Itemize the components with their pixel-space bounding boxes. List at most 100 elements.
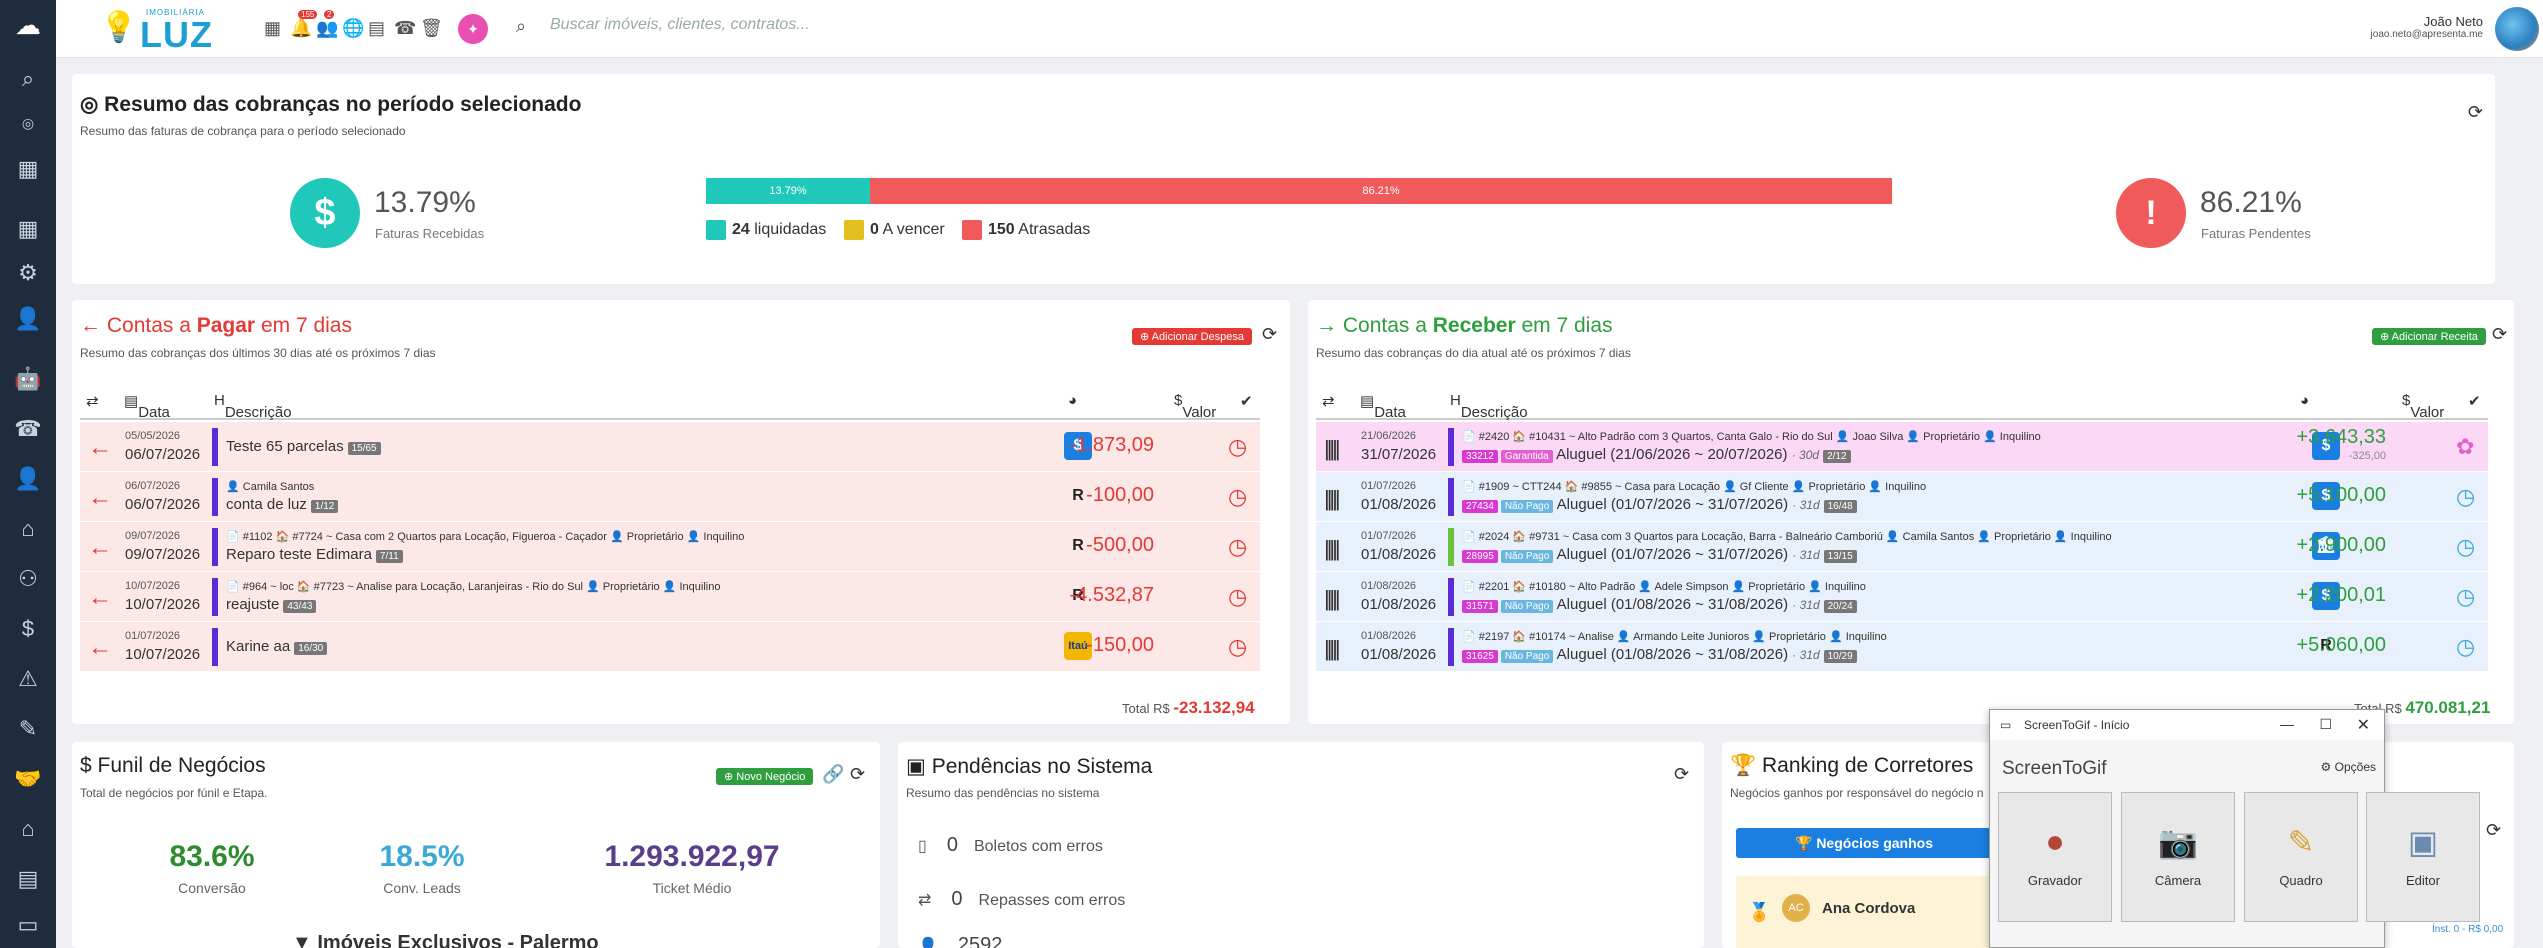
row-desc-text: Teste 65 parcelas bbox=[226, 438, 344, 455]
check-icon[interactable]: ✔ bbox=[1240, 392, 1253, 410]
clock-icon[interactable]: ◷ bbox=[2456, 634, 2475, 660]
warning-icon[interactable]: ⚠ bbox=[0, 664, 56, 694]
grid-icon[interactable]: ▦ bbox=[264, 18, 281, 39]
add-expense-button[interactable]: ⊕ Adicionar Despesa bbox=[1132, 328, 1253, 345]
grid-icon[interactable]: ▦ bbox=[0, 214, 56, 244]
avatar[interactable] bbox=[2495, 7, 2539, 51]
document-icon[interactable]: ✎ bbox=[0, 714, 56, 744]
won-deals-tab[interactable]: 🏆 Negócios ganhos bbox=[1736, 828, 1992, 858]
search-icon[interactable]: ⌕ bbox=[0, 64, 56, 94]
row-desc-text: Aluguel (21/06/2026 ~ 20/07/2026) bbox=[1556, 446, 1788, 463]
ranking-entry[interactable]: 🏅 AC Ana Cordova bbox=[1736, 876, 1996, 948]
payable-row[interactable]: ← 09/07/2026 09/07/2026 📄 #1102 🏠 #7724 … bbox=[80, 522, 1260, 572]
payable-row[interactable]: ← 06/07/2026 06/07/2026 👤 Camila Santos … bbox=[80, 472, 1260, 522]
installment-tag: 1/12 bbox=[310, 500, 339, 513]
people-icon[interactable]: ⚇ bbox=[0, 564, 56, 594]
calendar-icon[interactable]: ▤ bbox=[368, 18, 385, 39]
due-date: 01/08/2026 bbox=[1361, 546, 1437, 563]
sort-icon[interactable]: ⇄ bbox=[86, 392, 99, 410]
robot-icon[interactable]: 🤖 bbox=[0, 364, 56, 394]
check-icon[interactable]: ✔ bbox=[2468, 392, 2481, 410]
receivable-row[interactable]: ||||| 01/07/2026 01/08/2026 📄 #2024 🏠 #9… bbox=[1316, 522, 2488, 572]
bell-icon[interactable]: 🔔 155 bbox=[290, 10, 318, 39]
funnel-name[interactable]: ▼ Imóveis Exclusivos - Palermo bbox=[292, 932, 599, 948]
recorder-button[interactable]: ● Gravador bbox=[1998, 792, 2112, 922]
options-button[interactable]: ⚙ Opções bbox=[2321, 760, 2376, 774]
invoice-code: 31625 bbox=[1462, 650, 1498, 663]
col-date[interactable]: ▤ Data bbox=[1360, 392, 1406, 421]
clock-icon[interactable]: ◷ bbox=[2456, 534, 2475, 560]
row-description: 33212 Garantida Aluguel (21/06/2026 ~ 20/… bbox=[1462, 446, 1851, 463]
refresh-icon[interactable]: ⟳ bbox=[1262, 324, 1277, 345]
maximize-button[interactable]: ☐ bbox=[2319, 716, 2332, 733]
workflow-icon[interactable]: ⚙ bbox=[0, 258, 56, 288]
payable-row[interactable]: ← 01/07/2026 10/07/2026 Karine aa 16/30 It… bbox=[80, 622, 1260, 672]
dashboard-icon[interactable]: ▦ bbox=[0, 154, 56, 184]
pendency-other[interactable]: 👤 2592 bbox=[918, 934, 1018, 948]
received-label: Faturas Recebidas bbox=[375, 226, 485, 241]
folder-icon[interactable]: ▭ bbox=[0, 910, 56, 940]
pendency-repasses[interactable]: ⇄ 0 Repasses com erros bbox=[918, 888, 1125, 911]
add-income-button[interactable]: ⊕ Adicionar Receita bbox=[2372, 328, 2486, 345]
topbar: 💡 IMOBILIÁRIA LUZ ▦ 🔔 155 👥 2 🌐 ▤ ☎ 🗑 ✦ ⌕ … bbox=[56, 0, 2543, 58]
receivable-row[interactable]: ||||| 01/08/2026 01/08/2026 📄 #2201 🏠 #1… bbox=[1316, 572, 2488, 622]
person-icon[interactable]: 👤 bbox=[0, 464, 56, 494]
clock-icon[interactable]: ◷ bbox=[2456, 484, 2475, 510]
phone-icon[interactable]: ☎ bbox=[394, 18, 416, 39]
receivable-row[interactable]: ||||| 21/06/2026 31/07/2026 📄 #2420 🏠 #1… bbox=[1316, 422, 2488, 472]
payable-row[interactable]: ← 05/05/2026 06/07/2026 Teste 65 parcela… bbox=[80, 422, 1260, 472]
clock-icon[interactable]: ◷ bbox=[1228, 634, 1247, 660]
sort-icon[interactable]: ⇄ bbox=[1322, 392, 1335, 410]
refresh-icon[interactable]: ⟳ bbox=[2492, 324, 2507, 345]
money-icon[interactable]: $ bbox=[0, 614, 56, 644]
cloud-logo-icon[interactable]: ☁ bbox=[0, 10, 56, 40]
row-description: conta de luz 1/12 bbox=[226, 496, 339, 513]
ai-assistant-icon[interactable]: ✦ bbox=[458, 14, 488, 44]
users-icon[interactable]: 👥 2 bbox=[316, 10, 338, 39]
pendency-boletos[interactable]: ▯ 0 Boletos com erros bbox=[918, 834, 1103, 857]
house-gear-icon[interactable]: ⌂ bbox=[0, 814, 56, 844]
installment-tag: 10/29 bbox=[1823, 650, 1857, 663]
board-button[interactable]: ✎ Quadro bbox=[2244, 792, 2358, 922]
clock-icon[interactable]: ◷ bbox=[1228, 484, 1247, 510]
close-button[interactable]: ✕ bbox=[2357, 715, 2370, 735]
globe-icon[interactable]: 🌐 bbox=[342, 18, 364, 39]
global-search-input[interactable]: Buscar imóveis, clientes, contratos... bbox=[550, 16, 1150, 42]
phone-icon[interactable]: ☎ bbox=[0, 414, 56, 444]
editor-button[interactable]: ▣ Editor bbox=[2366, 792, 2480, 922]
trash-icon[interactable]: 🗑 bbox=[420, 18, 443, 39]
home-icon[interactable]: ⌂ bbox=[0, 514, 56, 544]
clock-icon[interactable]: ◷ bbox=[1228, 534, 1247, 560]
search-small-icon[interactable]: ◎ bbox=[0, 108, 56, 138]
refresh-icon[interactable]: ⟳ bbox=[1674, 764, 1689, 785]
receivable-row[interactable]: ||||| 01/07/2026 01/08/2026 📄 #1909 ~ CT… bbox=[1316, 472, 2488, 522]
col-date[interactable]: ▤ Data bbox=[124, 392, 170, 421]
refresh-icon[interactable]: ⟳ bbox=[850, 764, 865, 785]
row-desc-text: Karine aa bbox=[226, 638, 291, 655]
days-count: · 31d bbox=[1792, 498, 1820, 512]
refresh-icon[interactable]: ⟳ bbox=[2486, 820, 2501, 841]
avatar: AC bbox=[1782, 894, 1810, 922]
col-value[interactable]: $ Valor bbox=[2402, 392, 2444, 421]
link-icon[interactable]: 🔗 bbox=[822, 764, 844, 785]
payable-row[interactable]: ← 10/07/2026 10/07/2026 📄 #964 ~ loc 🏠 #… bbox=[80, 572, 1260, 622]
calendar-icon[interactable]: ▤ bbox=[0, 864, 56, 894]
user-icon[interactable]: 👤 bbox=[0, 304, 56, 334]
ribbon-icon[interactable]: ✿ bbox=[2456, 434, 2474, 460]
clock-icon[interactable]: ◷ bbox=[2456, 584, 2475, 610]
clock-icon[interactable]: ◷ bbox=[1228, 584, 1247, 610]
camera-button[interactable]: 📷 Câmera bbox=[2121, 792, 2235, 922]
receivable-row[interactable]: ||||| 01/08/2026 01/08/2026 📄 #2197 🏠 #1… bbox=[1316, 622, 2488, 672]
user-info[interactable]: João Neto joao.neto@apresenta.me bbox=[2371, 14, 2483, 40]
legend-a-vencer: 0 A vencer bbox=[844, 220, 945, 240]
col-description[interactable]: H Descrição bbox=[214, 392, 292, 421]
handshake-icon[interactable]: 🤝 bbox=[0, 764, 56, 794]
col-value[interactable]: $ Valor bbox=[1174, 392, 1216, 421]
clock-icon[interactable]: ◷ bbox=[1228, 434, 1247, 460]
window-title: ScreenToGif - Início bbox=[2024, 718, 2130, 732]
minimize-button[interactable]: — bbox=[2280, 716, 2294, 732]
new-deal-button[interactable]: ⊕ Novo Negócio bbox=[716, 768, 814, 785]
refresh-icon[interactable]: ⟳ bbox=[2468, 102, 2483, 123]
col-description[interactable]: H Descrição bbox=[1450, 392, 1528, 421]
recorder-icon: ● bbox=[2045, 823, 2065, 859]
